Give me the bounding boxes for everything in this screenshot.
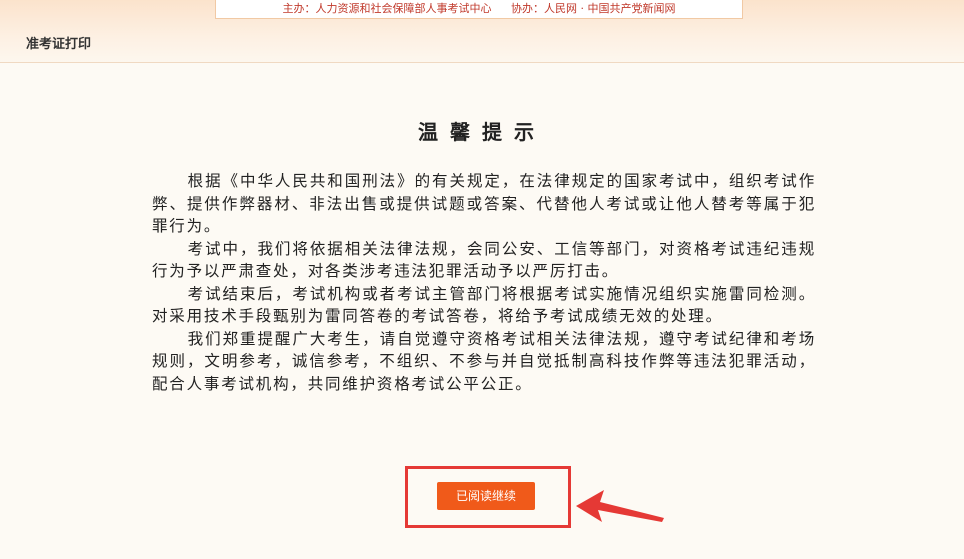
page-title: 准考证打印	[26, 37, 92, 52]
notice-body: 根据《中华人民共和国刑法》的有关规定，在法律规定的国家考试中，组织考试作弊、提供…	[152, 170, 816, 395]
notice-title: 温馨提示	[418, 120, 546, 144]
notice-paragraph: 考试结束后，考试机构或者考试主管部门将根据考试实施情况组织实施雷同检测。对采用技…	[152, 284, 816, 326]
notice-paragraph: 我们郑重提醒广大考生，请自觉遵守资格考试相关法律法规，遵守考试纪律和考场规则，文…	[152, 329, 816, 393]
sponsor-text: 主办：人力资源和社会保障部人事考试中心	[282, 2, 492, 15]
notice-paragraph: 根据《中华人民共和国刑法》的有关规定，在法律规定的国家考试中，组织考试作弊、提供…	[152, 172, 816, 235]
continue-button[interactable]: 已阅读继续	[437, 482, 535, 510]
sponsor-bar: 主办：人力资源和社会保障部人事考试中心 协办：人民网 · 中国共产党新闻网	[215, 0, 743, 19]
co-sponsor-text: 协办：人民网 · 中国共产党新闻网	[511, 2, 676, 15]
notice-paragraph: 考试中，我们将依据相关法律法规，会同公安、工信等部门，对资格考试违纪违规行为予以…	[152, 239, 816, 281]
pointer-arrow-icon	[576, 490, 664, 522]
